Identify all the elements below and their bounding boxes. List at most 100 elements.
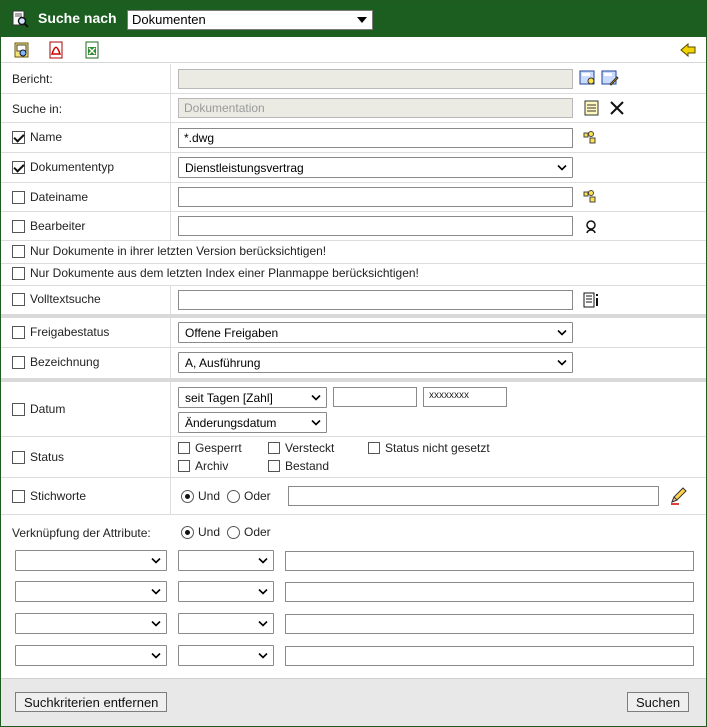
- volltextsuche-input[interactable]: [178, 290, 573, 310]
- dokumententyp-select[interactable]: Dienstleistungsvertrag: [178, 157, 573, 178]
- attribute-4-operator-select[interactable]: [178, 645, 274, 666]
- status-bestand-checkbox[interactable]: [268, 460, 280, 472]
- bearbeiter-input[interactable]: [178, 216, 573, 236]
- search-type-select[interactable]: Dokumenten: [127, 10, 373, 30]
- folder-list-icon[interactable]: [583, 99, 601, 117]
- stichworte-oder-label: Oder: [244, 489, 271, 503]
- freigabestatus-select[interactable]: Offene Freigaben: [178, 322, 573, 343]
- attribute-oder-label: Oder: [244, 525, 271, 539]
- chevron-down-icon: [258, 652, 268, 659]
- dateiname-input[interactable]: [178, 187, 573, 207]
- bericht-input[interactable]: [178, 69, 573, 89]
- fulltext-info-icon[interactable]: [582, 291, 600, 309]
- suche-in-input[interactable]: Dokumentation: [178, 98, 573, 118]
- dokumententyp-checkbox[interactable]: [12, 161, 25, 174]
- status-checkbox[interactable]: [12, 451, 25, 464]
- stichworte-oder-radio[interactable]: [227, 490, 240, 503]
- stichworte-und-label: Und: [198, 489, 221, 503]
- letzte-version-label: Nur Dokumente in ihrer letzten Version b…: [30, 244, 327, 258]
- bezeichnung-label: Bezeichnung: [30, 355, 100, 369]
- chevron-down-icon: [258, 557, 268, 564]
- attribute-1-operator-select[interactable]: [178, 550, 274, 571]
- stichworte-und-radio[interactable]: [181, 490, 194, 503]
- chevron-down-icon: [311, 394, 321, 401]
- back-arrow-icon[interactable]: [679, 41, 697, 59]
- volltextsuche-checkbox[interactable]: [12, 293, 25, 306]
- row-freigabestatus: Freigabestatus Offene Freigaben: [1, 318, 706, 348]
- row-letzte-version: Nur Dokumente in ihrer letzten Version b…: [1, 241, 706, 264]
- suche-in-label: Suche in:: [12, 102, 63, 116]
- stichworte-label: Stichworte: [30, 489, 87, 503]
- freigabestatus-label: Freigabestatus: [30, 325, 110, 339]
- row-name: Name *.dwg: [1, 123, 706, 153]
- name-input[interactable]: *.dwg: [178, 128, 573, 148]
- attribute-4-value-input[interactable]: [285, 646, 694, 666]
- status-label: Status: [30, 450, 65, 464]
- chevron-down-icon: [151, 620, 161, 627]
- chevron-down-icon: [151, 588, 161, 595]
- bericht-label: Bericht:: [12, 72, 53, 86]
- stichworte-input[interactable]: [288, 486, 659, 506]
- attribute-oder-radio[interactable]: [227, 526, 240, 539]
- bezeichnung-checkbox[interactable]: [12, 356, 25, 369]
- attribute-3-operator-select[interactable]: [178, 613, 274, 634]
- attribute-1-value-input[interactable]: [285, 551, 694, 571]
- name-label: Name: [30, 130, 63, 144]
- datum-mode-select[interactable]: seit Tagen [Zahl]: [178, 387, 327, 408]
- datum-type-value: Änderungsdatum: [185, 416, 277, 430]
- chevron-down-icon: [258, 620, 268, 627]
- excel-export-icon[interactable]: [83, 41, 101, 59]
- attribute-2-operator-select[interactable]: [178, 581, 274, 602]
- clear-criteria-button[interactable]: Suchkriterien entfernen: [15, 692, 168, 712]
- status-bestand-label: Bestand: [285, 459, 330, 473]
- dateiname-checkbox[interactable]: [12, 191, 25, 204]
- page-title: Suche nach: [38, 10, 117, 26]
- close-icon[interactable]: [608, 99, 626, 117]
- datum-label: Datum: [30, 402, 66, 416]
- datum-from-input[interactable]: [333, 387, 417, 407]
- status-gesperrt-checkbox[interactable]: [178, 442, 190, 454]
- name-checkbox[interactable]: [12, 131, 25, 144]
- status-archiv-label: Archiv: [195, 459, 229, 473]
- row-datum: Datum seit Tagen [Zahl] xxxxxxxx Änderun…: [1, 382, 706, 437]
- freigabestatus-checkbox[interactable]: [12, 326, 25, 339]
- datum-type-select[interactable]: Änderungsdatum: [178, 412, 327, 433]
- attribute-3-name-select[interactable]: [15, 613, 167, 634]
- report-edit-icon[interactable]: [601, 69, 619, 87]
- bezeichnung-value: A, Ausführung: [185, 356, 261, 370]
- search-type-value: Dokumenten: [132, 12, 206, 27]
- row-dateiname: Dateiname: [1, 183, 706, 212]
- bezeichnung-select[interactable]: A, Ausführung: [178, 352, 573, 373]
- attribute-4-name-select[interactable]: [15, 645, 167, 666]
- pdf-export-icon[interactable]: [47, 41, 65, 59]
- letzte-version-checkbox[interactable]: [12, 245, 25, 258]
- row-bearbeiter: Bearbeiter: [1, 212, 706, 241]
- new-search-icon[interactable]: [13, 41, 31, 59]
- attribute-1-name-select[interactable]: [15, 550, 167, 571]
- status-archiv-checkbox[interactable]: [178, 460, 190, 472]
- row-dokumententyp: Dokumententyp Dienstleistungsvertrag: [1, 153, 706, 183]
- attribute-3-value-input[interactable]: [285, 614, 694, 634]
- status-gesperrt-label: Gesperrt: [195, 441, 242, 455]
- chevron-down-icon: [151, 557, 161, 564]
- pencil-icon[interactable]: [669, 487, 687, 505]
- bearbeiter-checkbox[interactable]: [12, 220, 25, 233]
- wildcard-help-icon[interactable]: [581, 129, 599, 147]
- stichworte-checkbox[interactable]: [12, 490, 25, 503]
- letzter-index-checkbox[interactable]: [12, 267, 25, 280]
- status-nicht-gesetzt-checkbox[interactable]: [368, 442, 380, 454]
- status-versteckt-checkbox[interactable]: [268, 442, 280, 454]
- attribute-2-value-input[interactable]: [285, 582, 694, 602]
- datum-to-input[interactable]: xxxxxxxx: [423, 387, 507, 407]
- report-select-icon[interactable]: [579, 69, 597, 87]
- search-button[interactable]: Suchen: [627, 692, 690, 712]
- chevron-down-icon: [557, 329, 567, 336]
- user-lookup-icon[interactable]: [583, 218, 601, 236]
- attribute-und-label: Und: [198, 525, 221, 539]
- datum-checkbox[interactable]: [12, 403, 25, 416]
- wildcard-help-icon[interactable]: [581, 188, 599, 206]
- attribute-und-radio[interactable]: [181, 526, 194, 539]
- attribute-2-name-select[interactable]: [15, 581, 167, 602]
- chevron-down-icon: [311, 419, 321, 426]
- dokumententyp-value: Dienstleistungsvertrag: [185, 161, 304, 175]
